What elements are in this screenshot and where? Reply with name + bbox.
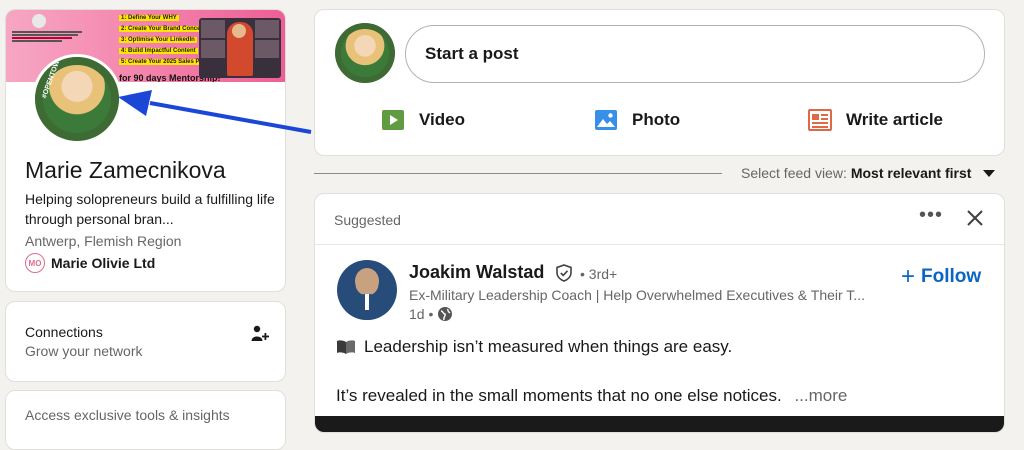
video-icon bbox=[382, 110, 404, 130]
connections-subtitle: Grow your network bbox=[25, 343, 143, 359]
caret-down-icon bbox=[983, 169, 996, 177]
banner-blurb bbox=[12, 30, 84, 43]
post-text-line: It’s revealed in the small moments that … bbox=[336, 386, 847, 406]
close-icon[interactable] bbox=[965, 208, 985, 228]
premium-card[interactable]: Access exclusive tools & insights bbox=[5, 390, 286, 450]
photo-label: Photo bbox=[632, 110, 681, 129]
post-time-text: 1d • bbox=[409, 306, 434, 322]
follow-label: Follow bbox=[921, 266, 982, 287]
banner-item-2: 2: Create Your Brand Concept bbox=[119, 26, 209, 32]
post-header-divider bbox=[315, 244, 1004, 245]
article-icon bbox=[808, 109, 832, 131]
feed-sort-divider bbox=[314, 173, 722, 174]
profile-company[interactable]: MO Marie Olivie Ltd bbox=[25, 253, 155, 273]
write-article-button[interactable]: Write article bbox=[808, 107, 943, 133]
post-media[interactable] bbox=[315, 416, 1004, 432]
connections-title: Connections bbox=[25, 324, 103, 340]
verified-shield-icon bbox=[556, 264, 572, 282]
photo-icon bbox=[595, 110, 617, 130]
see-more-link[interactable]: ...more bbox=[794, 386, 847, 405]
plus-icon: + bbox=[901, 263, 916, 290]
follow-button[interactable]: + Follow bbox=[901, 263, 982, 290]
banner-item-3: 3: Optimise Your LinkedIn bbox=[119, 37, 197, 43]
profile-location: Antwerp, Flemish Region bbox=[25, 233, 182, 249]
banner-video-grid bbox=[199, 18, 281, 78]
start-post-input[interactable]: Start a post bbox=[405, 25, 985, 83]
video-button[interactable]: Video bbox=[381, 107, 465, 133]
share-box: Start a post Video Photo Write article bbox=[314, 9, 1005, 156]
book-emoji-icon bbox=[337, 340, 355, 354]
feed-sort-label: Select feed view: bbox=[741, 165, 847, 181]
connection-degree: • 3rd+ bbox=[580, 266, 618, 282]
banner-badge bbox=[32, 14, 46, 28]
profile-name[interactable]: Marie Zamecnikova bbox=[25, 157, 226, 184]
share-avatar[interactable] bbox=[335, 23, 395, 83]
profile-card: 1: Define Your WHY 2: Create Your Brand … bbox=[5, 9, 286, 292]
banner-item-5: 5: Create Your 2025 Sales Plan bbox=[119, 59, 211, 65]
company-logo-icon: MO bbox=[25, 253, 45, 273]
post-text-line: Leadership isn’t measured when things ar… bbox=[336, 337, 732, 357]
banner-item-4: 4: Build Impactful Content bbox=[119, 48, 198, 54]
globe-icon bbox=[438, 307, 453, 321]
author-headline: Ex-Military Leadership Coach | Help Over… bbox=[409, 287, 865, 303]
connections-card[interactable]: Connections Grow your network bbox=[5, 301, 286, 382]
premium-text: Access exclusive tools & insights bbox=[25, 407, 230, 423]
post-text-2: It’s revealed in the small moments that … bbox=[336, 386, 782, 405]
author-avatar[interactable] bbox=[337, 260, 397, 320]
suggested-label: Suggested bbox=[334, 212, 401, 228]
post-card: Suggested ••• Joakim Walstad • 3rd+ Ex-M… bbox=[314, 193, 1005, 433]
banner-item-1: 1: Define Your WHY bbox=[119, 15, 179, 21]
company-name: Marie Olivie Ltd bbox=[51, 255, 156, 271]
write-article-label: Write article bbox=[846, 110, 944, 129]
profile-headline: Helping solopreneurs build a fulfilling … bbox=[25, 191, 275, 227]
feed-sort-value: Most relevant first bbox=[850, 165, 972, 181]
author-name[interactable]: Joakim Walstad bbox=[409, 262, 544, 283]
post-text-1: Leadership isn’t measured when things ar… bbox=[364, 337, 733, 356]
photo-button[interactable]: Photo bbox=[594, 107, 680, 133]
profile-avatar[interactable]: #OPENTOWORK bbox=[32, 54, 122, 144]
more-options-icon[interactable]: ••• bbox=[919, 205, 943, 228]
add-person-icon bbox=[251, 325, 269, 341]
post-timestamp: 1d • bbox=[409, 306, 453, 322]
video-label: Video bbox=[419, 110, 465, 129]
feed-sort-dropdown[interactable]: Select feed view: Most relevant first bbox=[741, 165, 996, 181]
